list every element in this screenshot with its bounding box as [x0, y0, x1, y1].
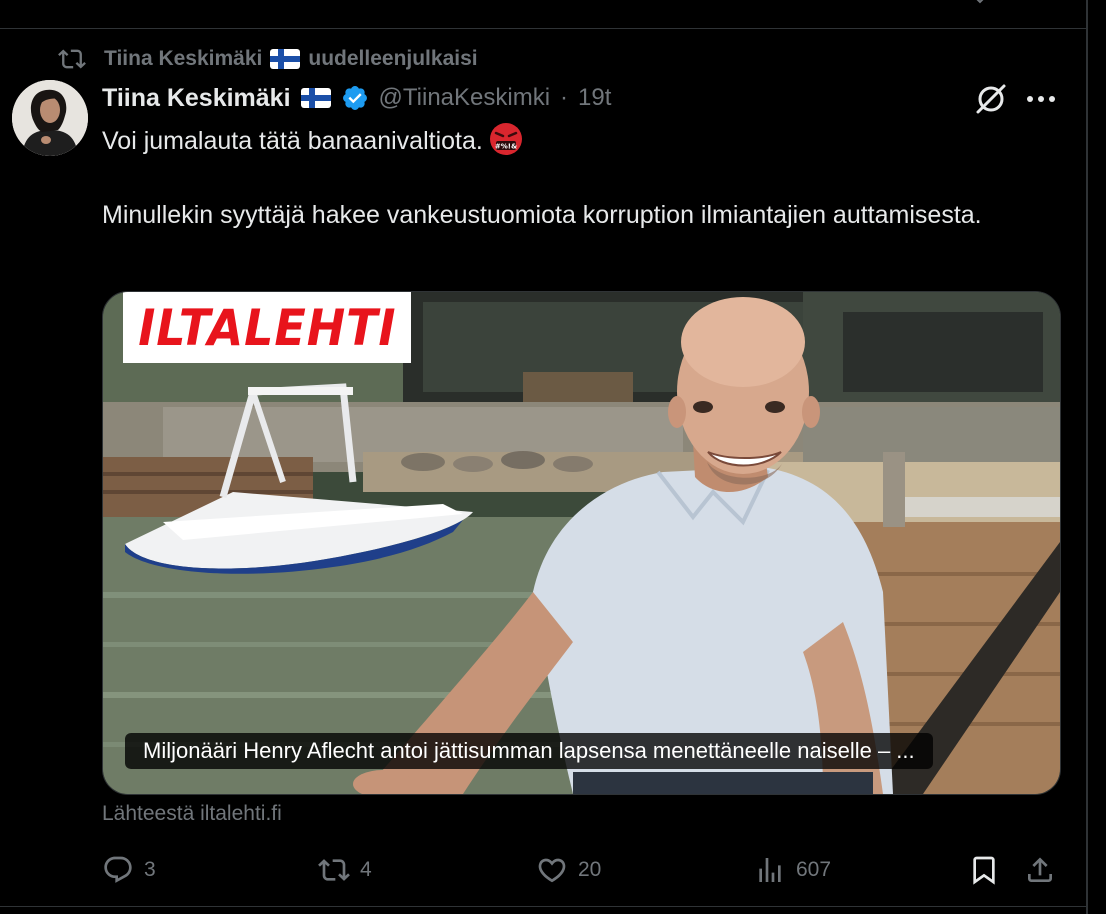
face-with-symbols-emoji: #%!&: [489, 123, 522, 155]
reply-icon: [104, 856, 132, 883]
views-button[interactable]: 607: [754, 850, 831, 890]
verified-badge-icon: [342, 86, 367, 110]
heart-icon: [538, 858, 566, 883]
card-source-link[interactable]: Lähteestä iltalehti.fi: [102, 802, 282, 826]
iltalehti-logo: ILTALEHTI: [123, 292, 411, 363]
tweet-text: Voi jumalauta tätä banaanivaltiota. #%!&…: [102, 122, 1042, 234]
tweet-line-2: Minullekin syyttäjä hakee vankeustuomiot…: [102, 201, 982, 229]
author-row: Tiina Keskimäki @TiinaKeskimki · 19t: [102, 80, 611, 116]
bookmark-icon: [973, 856, 995, 885]
avatar[interactable]: [12, 80, 88, 156]
finland-flag-icon: [300, 88, 331, 108]
like-button[interactable]: 20: [536, 850, 601, 890]
action-bar: 3 4 20 607: [102, 850, 1062, 890]
retweet-count: 4: [360, 858, 372, 881]
reply-button[interactable]: 3: [102, 850, 156, 890]
retweet-icon: [318, 859, 350, 881]
brand-logo-text: ILTALEHTI: [137, 298, 397, 357]
grok-icon[interactable]: [974, 82, 1008, 116]
meta-separator: ·: [560, 84, 569, 111]
finland-flag-icon: [270, 49, 301, 69]
more-icon[interactable]: [1024, 84, 1058, 114]
author-handle[interactable]: @TiinaKeskimki: [379, 84, 551, 112]
repost-icon: [58, 49, 86, 69]
repost-header[interactable]: Tiina Keskimäki uudelleenjulkaisi: [58, 44, 478, 74]
repost-action-label: uudelleenjulkaisi: [308, 47, 478, 70]
repost-user-name[interactable]: Tiina Keskimäki: [104, 47, 262, 71]
share-icon: [1028, 857, 1052, 882]
views-icon: [759, 858, 781, 882]
retweet-button[interactable]: 4: [318, 850, 372, 890]
bookmark-button[interactable]: [968, 850, 1000, 890]
svg-text:#%!&: #%!&: [495, 143, 517, 151]
share-button[interactable]: [1024, 850, 1056, 890]
card-caption[interactable]: Miljonääri Henry Aflecht antoi jättisumm…: [125, 733, 933, 769]
tweet-divider: [0, 906, 1086, 907]
partial-icon: [976, 0, 984, 4]
article-photo: [103, 292, 1060, 794]
post-timestamp[interactable]: 19t: [578, 84, 611, 112]
previous-tweet-edge: [0, 0, 1086, 29]
tweet-line-1: Voi jumalauta tätä banaanivaltiota.: [102, 127, 483, 155]
like-count: 20: [578, 858, 602, 881]
column-border: [1086, 0, 1088, 914]
author-name[interactable]: Tiina Keskimäki: [102, 84, 291, 113]
tweet-frame: Tiina Keskimäki uudelleenjulkaisi Tiina …: [0, 0, 1106, 914]
reply-count: 3: [144, 858, 156, 881]
link-card[interactable]: ILTALEHTI Miljonääri Henry Aflecht antoi…: [102, 291, 1061, 795]
views-count: 607: [796, 858, 832, 881]
